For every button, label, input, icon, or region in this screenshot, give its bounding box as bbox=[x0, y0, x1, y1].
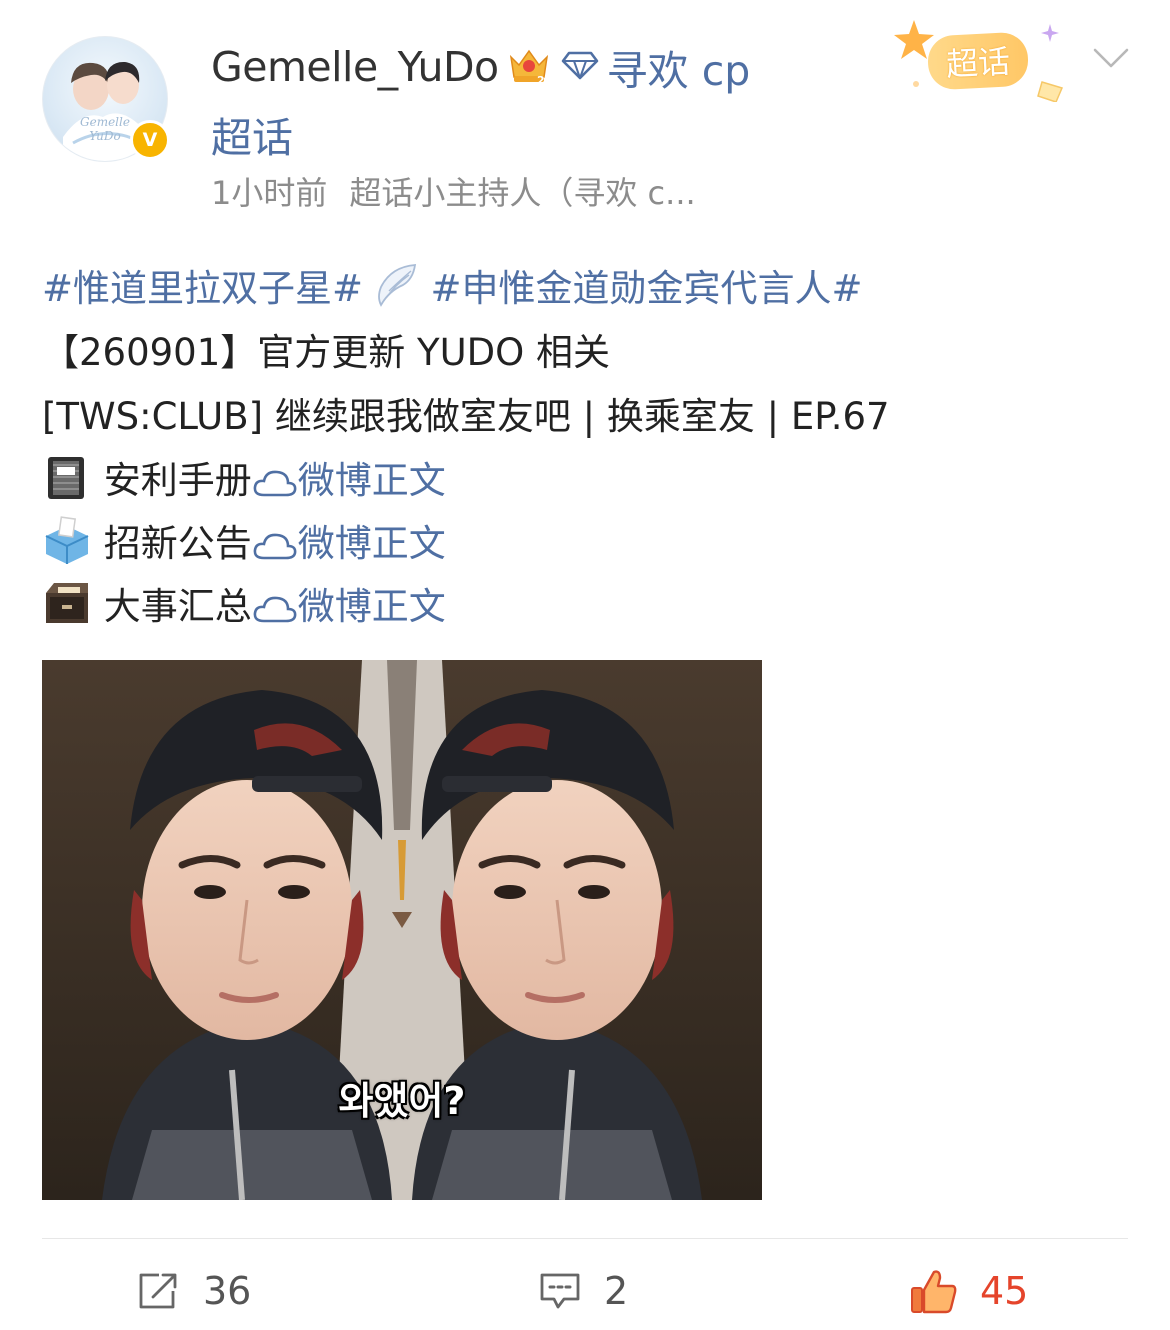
svg-text:2: 2 bbox=[537, 74, 545, 85]
author-avatar[interactable]: Gemelle YuDo V bbox=[42, 36, 170, 162]
link-label: 招新公告 bbox=[103, 522, 252, 565]
weibo-link-icon bbox=[252, 530, 298, 573]
comment-count: 2 bbox=[604, 1269, 629, 1313]
image-subtitle: 와앴어? bbox=[338, 1079, 466, 1123]
hashtag-line: #惟道里拉双子星# #申惟金道勋金宾代言人# bbox=[42, 258, 863, 318]
hashtag-link[interactable]: #申惟金道勋金宾代言人# bbox=[431, 267, 863, 310]
like-button[interactable]: 45 bbox=[910, 1266, 1028, 1316]
hashtag-link[interactable]: #惟道里拉双子星# bbox=[42, 267, 363, 310]
supertopic-badge[interactable]: 超话 bbox=[892, 18, 1072, 102]
link-label: 大事汇总 bbox=[103, 585, 252, 628]
share-icon bbox=[139, 1273, 177, 1309]
weibo-link-icon bbox=[252, 593, 298, 636]
like-count: 45 bbox=[980, 1269, 1029, 1313]
post-text-line: 【260901】官方更新 YUDO 相关 bbox=[42, 331, 611, 374]
share-button[interactable]: 36 bbox=[137, 1266, 251, 1316]
weibo-body-link[interactable]: 微博正文 bbox=[298, 459, 446, 502]
link-item: 安利手册 微博正文 bbox=[42, 450, 446, 510]
post-image[interactable]: 와앴어? bbox=[42, 660, 762, 1200]
comment-button[interactable]: 2 bbox=[538, 1266, 628, 1316]
comment-icon bbox=[540, 1273, 580, 1309]
supertopic-badge-label: 超话 bbox=[926, 31, 1030, 91]
author-name-row: Gemelle_YuDo 2 寻欢 cp bbox=[211, 38, 750, 96]
link-item: 大事汇总 微博正文 bbox=[42, 576, 446, 636]
weibo-body-link[interactable]: 微博正文 bbox=[298, 522, 446, 565]
diamond-icon bbox=[561, 50, 599, 84]
weibo-body-link[interactable]: 微博正文 bbox=[298, 585, 446, 628]
link-label: 安利手册 bbox=[103, 459, 252, 502]
thumbs-up-icon bbox=[911, 1270, 957, 1314]
supertopic-name[interactable]: 寻欢 cp bbox=[607, 37, 751, 97]
chevron-down-icon[interactable] bbox=[1092, 46, 1130, 76]
file-cabinet-icon bbox=[42, 579, 92, 636]
author-name[interactable]: Gemelle_YuDo bbox=[211, 43, 499, 91]
author-role: 超话小主持人（寻欢 c... bbox=[349, 174, 696, 212]
supertopic-suffix[interactable]: 超话 bbox=[211, 104, 293, 164]
ballot-box-icon bbox=[42, 516, 92, 573]
post-meta: 1小时前 超话小主持人（寻欢 c... bbox=[211, 168, 696, 214]
divider bbox=[42, 1238, 1128, 1239]
verified-badge-icon: V bbox=[130, 120, 170, 160]
share-count: 36 bbox=[203, 1269, 252, 1313]
post-time: 1小时前 bbox=[211, 174, 328, 212]
crown-level-icon: 2 bbox=[507, 45, 551, 89]
wing-icon bbox=[375, 261, 419, 318]
link-item: 招新公告 微博正文 bbox=[42, 513, 446, 573]
post-text-line: [TWS:CLUB] 继续跟我做室友吧 | 换乘室友 | EP.67 bbox=[42, 395, 890, 438]
notebook-icon bbox=[42, 453, 92, 510]
weibo-link-icon bbox=[252, 467, 298, 510]
